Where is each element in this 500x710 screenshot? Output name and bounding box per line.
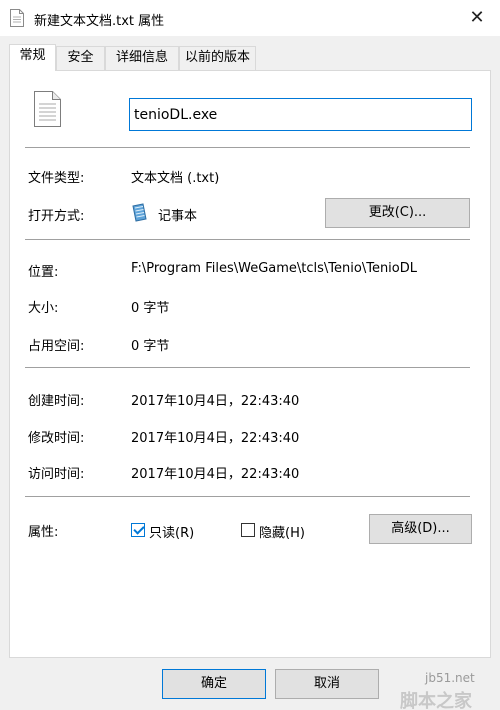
watermark-brand: 脚本之家	[400, 691, 472, 710]
tab-previous-versions[interactable]: 以前的版本	[179, 46, 256, 70]
accessed-value: 2017年10月4日，22:43:40	[131, 467, 300, 482]
modified-label: 修改时间:	[28, 431, 85, 446]
separator	[25, 496, 470, 497]
general-panel: 文件类型: 文本文档 (.txt) 打开方式: 记事本 更改(C)... 位置:…	[9, 70, 491, 658]
tab-general[interactable]: 常规	[9, 44, 56, 71]
file-type-label: 文件类型:	[28, 171, 85, 186]
created-value: 2017年10月4日，22:43:40	[131, 394, 300, 409]
location-label: 位置:	[28, 265, 59, 280]
separator	[25, 367, 470, 368]
readonly-checkbox[interactable]	[131, 523, 145, 537]
accessed-label: 访问时间:	[28, 467, 85, 482]
size-label: 大小:	[28, 301, 59, 316]
document-icon	[34, 91, 61, 127]
text-file-icon	[10, 9, 24, 27]
hidden-checkbox[interactable]	[241, 523, 255, 537]
tab-details[interactable]: 详细信息	[105, 46, 179, 70]
created-label: 创建时间:	[28, 394, 85, 409]
cancel-button[interactable]: 取消	[275, 669, 379, 699]
modified-value: 2017年10月4日，22:43:40	[131, 431, 300, 446]
hidden-label[interactable]: 隐藏(H)	[259, 522, 305, 541]
location-value: F:\Program Files\WeGame\tcls\Tenio\Tenio…	[131, 261, 417, 276]
change-button[interactable]: 更改(C)...	[325, 198, 470, 228]
size-value: 0 字节	[131, 301, 170, 316]
open-with-label: 打开方式:	[28, 209, 85, 224]
open-with-value: 记事本	[158, 209, 198, 224]
attributes-label: 属性:	[28, 525, 59, 540]
size-on-disk-value: 0 字节	[131, 339, 170, 354]
separator	[25, 239, 470, 240]
watermark-site: jb51.net	[425, 671, 475, 685]
ok-button[interactable]: 确定	[162, 669, 266, 699]
close-icon: ✕	[469, 7, 485, 28]
window-title: 新建文本文档.txt 属性	[34, 14, 165, 29]
advanced-button[interactable]: 高级(D)...	[369, 514, 472, 544]
readonly-label[interactable]: 只读(R)	[149, 522, 194, 541]
close-button[interactable]: ✕	[462, 4, 492, 32]
tab-security[interactable]: 安全	[56, 46, 105, 70]
separator	[25, 147, 470, 148]
file-type-value: 文本文档 (.txt)	[131, 171, 220, 186]
title-bar: 新建文本文档.txt 属性 ✕	[0, 0, 500, 36]
notepad-icon	[132, 203, 147, 222]
file-name-input[interactable]	[129, 98, 472, 131]
size-on-disk-label: 占用空间:	[28, 339, 85, 354]
